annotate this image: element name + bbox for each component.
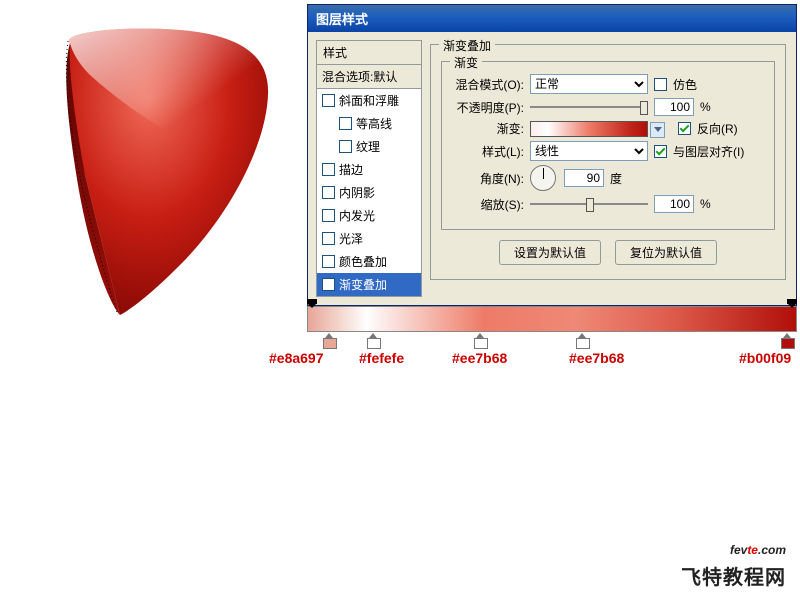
style-satin[interactable]: 光泽	[317, 227, 421, 250]
style-label: 渐变叠加	[339, 276, 387, 293]
gradient-swatch[interactable]	[530, 121, 648, 137]
gradient-label: 渐变:	[452, 120, 524, 137]
make-default-button[interactable]: 设置为默认值	[499, 240, 601, 265]
style-gradient-overlay[interactable]: 渐变叠加	[317, 273, 421, 296]
gradient-group: 渐变 混合模式(O): 正常 仿色 不透明度(P): % 渐变:	[441, 61, 775, 230]
styles-list: 样式 混合选项:默认 斜面和浮雕 等高线 纹理 描边 内阴影 内发光 光泽 颜色…	[316, 40, 422, 297]
style-bevel[interactable]: 斜面和浮雕	[317, 89, 421, 112]
reset-default-button[interactable]: 复位为默认值	[615, 240, 717, 265]
checkbox-icon[interactable]	[322, 232, 335, 245]
color-hex-label: #b00f09	[739, 350, 791, 366]
color-stop-icon[interactable]	[323, 333, 335, 347]
color-stop-icon[interactable]	[474, 333, 486, 347]
style-label: 描边	[339, 161, 363, 178]
blending-options-row[interactable]: 混合选项:默认	[317, 65, 421, 89]
checkbox-icon[interactable]	[322, 255, 335, 268]
style-inner-shadow[interactable]: 内阴影	[317, 181, 421, 204]
degree-label: 度	[610, 170, 622, 187]
style-label: 斜面和浮雕	[339, 92, 399, 109]
style-label: 内阴影	[339, 184, 375, 201]
color-hex-label: #ee7b68	[452, 350, 507, 366]
style-contour[interactable]: 等高线	[317, 112, 421, 135]
color-hex-label: #ee7b68	[569, 350, 624, 366]
checkbox-icon[interactable]	[322, 94, 335, 107]
angle-dial[interactable]	[530, 165, 556, 191]
watermark: fevte.com 飞特教程网	[681, 530, 786, 590]
opacity-input[interactable]	[654, 98, 694, 116]
reverse-label: 反向(R)	[697, 120, 738, 137]
percent-label: %	[700, 100, 711, 114]
color-stop-icon[interactable]	[781, 333, 793, 347]
align-label: 与图层对齐(I)	[673, 143, 744, 160]
style-color-overlay[interactable]: 颜色叠加	[317, 250, 421, 273]
group-title: 渐变	[450, 54, 482, 71]
reverse-checkbox[interactable]	[678, 122, 691, 135]
styles-header: 样式	[317, 41, 421, 65]
color-labels: #e8a697 #fefefe #ee7b68 #ee7b68 #b00f09	[307, 350, 797, 372]
angle-input[interactable]	[564, 169, 604, 187]
color-hex-label: #fefefe	[359, 350, 404, 366]
percent-label-2: %	[700, 197, 711, 211]
opacity-stop-icon[interactable]	[787, 299, 797, 307]
gradient-editor-strip: #e8a697 #fefefe #ee7b68 #ee7b68 #b00f09	[307, 300, 797, 372]
style-texture[interactable]: 纹理	[317, 135, 421, 158]
style-label-row: 样式(L):	[452, 143, 524, 160]
dither-checkbox[interactable]	[654, 78, 667, 91]
checkbox-icon[interactable]	[339, 117, 352, 130]
align-checkbox[interactable]	[654, 145, 667, 158]
checkbox-icon[interactable]	[322, 278, 335, 291]
dialog-titlebar[interactable]: 图层样式	[308, 5, 796, 32]
scale-slider[interactable]	[530, 196, 648, 212]
checkbox-icon[interactable]	[339, 140, 352, 153]
blend-mode-select[interactable]: 正常	[530, 74, 648, 94]
style-select[interactable]: 线性	[530, 141, 648, 161]
chevron-down-icon[interactable]	[650, 122, 665, 138]
opacity-label: 不透明度(P):	[452, 99, 524, 116]
blending-options-label: 混合选项:默认	[322, 68, 397, 85]
color-hex-label: #e8a697	[269, 350, 324, 366]
opacity-slider[interactable]	[530, 99, 648, 115]
style-label: 等高线	[356, 115, 392, 132]
style-stroke[interactable]: 描边	[317, 158, 421, 181]
checkbox-icon[interactable]	[322, 209, 335, 222]
color-stop-icon[interactable]	[576, 333, 588, 347]
brand-cn: 飞特教程网	[681, 561, 786, 590]
artwork-preview	[30, 15, 290, 325]
gradient-overlay-panel: 渐变叠加 渐变 混合模式(O): 正常 仿色 不透明度(P): % 渐变:	[430, 44, 786, 280]
gradient-bar[interactable]	[307, 306, 797, 332]
style-label: 纹理	[356, 138, 380, 155]
panel-title: 渐变叠加	[439, 37, 495, 54]
style-label: 内发光	[339, 207, 375, 224]
checkbox-icon[interactable]	[322, 163, 335, 176]
color-stop-icon[interactable]	[367, 333, 379, 347]
scale-input[interactable]	[654, 195, 694, 213]
blend-mode-label: 混合模式(O):	[452, 76, 524, 93]
checkbox-icon[interactable]	[322, 186, 335, 199]
scale-label: 缩放(S):	[452, 196, 524, 213]
style-label: 光泽	[339, 230, 363, 247]
style-inner-glow[interactable]: 内发光	[317, 204, 421, 227]
angle-label: 角度(N):	[452, 170, 524, 187]
layer-style-dialog: 图层样式 样式 混合选项:默认 斜面和浮雕 等高线 纹理 描边 内阴影 内发光 …	[307, 4, 797, 306]
dither-label: 仿色	[673, 76, 697, 93]
style-label: 颜色叠加	[339, 253, 387, 270]
opacity-stop-icon[interactable]	[307, 299, 317, 307]
brand-domain: fevte.com	[681, 530, 786, 561]
